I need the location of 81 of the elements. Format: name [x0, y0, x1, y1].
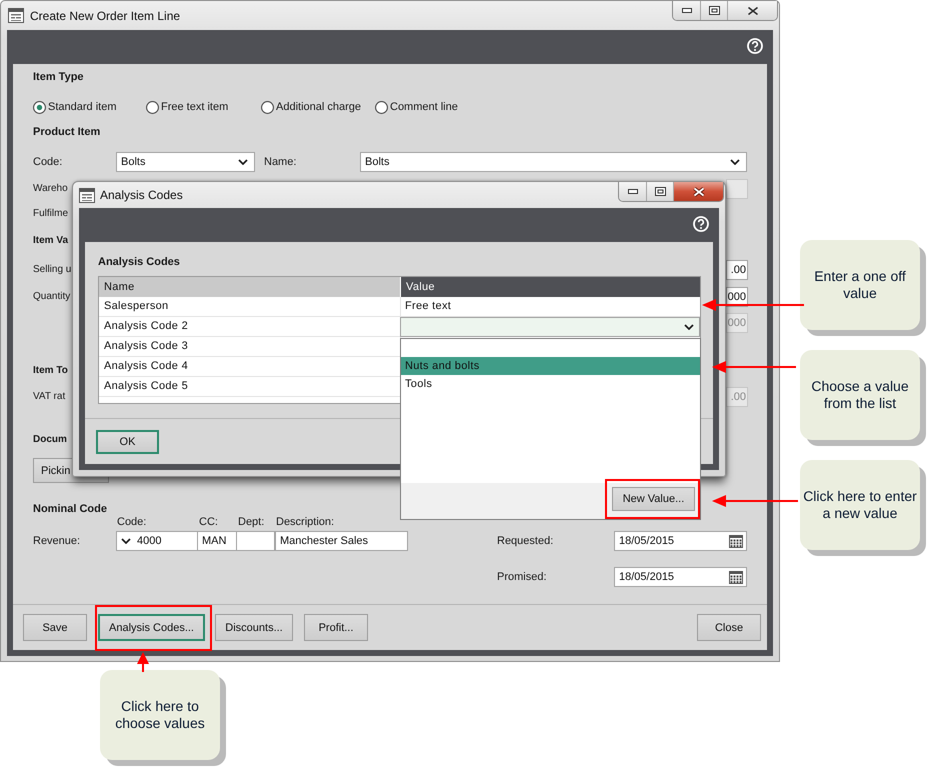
column-header: Code: [116, 516, 148, 528]
radio-option[interactable]: Standard item [33, 100, 146, 114]
list-option[interactable]: Tools [401, 375, 700, 393]
chevron-icon [730, 159, 740, 165]
calendar-icon [729, 570, 743, 584]
callout-note: Choose a value from the list [800, 350, 920, 440]
list-option[interactable]: Nuts and bolts [401, 357, 700, 375]
section-heading: Item Type [33, 70, 84, 84]
calendar-icon [729, 534, 743, 548]
footer-button[interactable]: Save [23, 614, 87, 641]
table-cell-text: Analysis Code 2 [103, 319, 189, 334]
window-title: Create New Order Item Line [30, 8, 180, 22]
field-label: Selling u [33, 263, 72, 277]
column-header: CC: [198, 516, 219, 528]
pointer-arrow [137, 652, 149, 672]
field-label: Promised: [497, 571, 548, 583]
field-label: Requested: [497, 535, 554, 547]
cc-field[interactable]: MAN [198, 531, 237, 551]
chevron-icon [121, 538, 131, 544]
value-field[interactable]: 000 [726, 287, 748, 307]
minimize-button[interactable] [619, 182, 646, 201]
window-icon [79, 188, 95, 202]
date-field[interactable]: 18/05/2015 [614, 567, 747, 587]
new-value-button[interactable]: New Value... [612, 487, 695, 511]
section-heading: Item To [33, 364, 68, 378]
description-field[interactable]: Manchester Sales [275, 531, 408, 551]
footer-button[interactable]: Close [697, 614, 761, 641]
window-icon [8, 8, 24, 23]
close-icon [692, 186, 704, 196]
field-label: Fulfilme [33, 207, 68, 221]
field-label: VAT rat [33, 390, 66, 404]
minimize-icon [628, 189, 638, 194]
radio-option[interactable]: Comment line [375, 100, 767, 114]
radio-option[interactable]: Free text item [146, 100, 261, 114]
column-header: Value [400, 277, 700, 297]
maximize-icon [654, 187, 666, 196]
close-icon [746, 6, 758, 16]
code-field[interactable]: 4000 [116, 531, 198, 551]
callout-note: Click here to choose values [100, 670, 220, 760]
field-label: Wareho [33, 182, 68, 196]
column-header: Dept: [237, 516, 266, 528]
table-cell: Free text [400, 297, 700, 316]
callout-note: Click here to enter a new value [800, 460, 920, 550]
window-title: Analysis Codes [100, 188, 183, 202]
column-header: Name [99, 277, 400, 297]
field-label: Revenue: [33, 535, 82, 547]
column-header: Description: [275, 516, 336, 528]
table-cell-text: Analysis Code 4 [103, 359, 189, 374]
callout-note: Enter a one off value [800, 240, 920, 330]
ok-button[interactable]: OK [96, 430, 159, 454]
maximize-button[interactable] [646, 182, 673, 201]
value-field[interactable]: .00 [726, 260, 748, 280]
minimize-icon [682, 8, 692, 13]
help-icon [747, 38, 763, 54]
close-button[interactable] [673, 182, 723, 201]
table-cell-text: Analysis Code 5 [103, 379, 189, 394]
field-label: Name: [264, 156, 298, 168]
section-heading: Item Va [33, 234, 68, 248]
section-heading: Nominal Code [33, 502, 107, 516]
footer-button[interactable]: Analysis Codes... [98, 614, 205, 641]
section-heading: Analysis Codes [98, 255, 180, 269]
code-dropdown[interactable]: Bolts [116, 152, 255, 172]
footer-button[interactable]: Discounts... [215, 614, 293, 641]
footer-button[interactable]: Profit... [304, 614, 368, 641]
radio-option[interactable]: Additional charge [261, 100, 375, 114]
table-cell-text: Analysis Code 3 [103, 339, 189, 354]
help-icon [693, 216, 709, 232]
maximize-button[interactable] [700, 1, 727, 20]
date-field[interactable]: 18/05/2015 [614, 531, 747, 551]
section-heading: Docum [33, 433, 67, 447]
section-heading: Product Item [33, 125, 100, 139]
table-cell-text: Salesperson [103, 299, 170, 314]
chevron-icon [684, 324, 694, 330]
chevron-icon [238, 159, 248, 165]
field-label: Quantity [33, 290, 70, 304]
field-label: Code: [33, 156, 64, 168]
name-dropdown[interactable]: Bolts [360, 152, 747, 172]
minimize-button[interactable] [673, 1, 700, 20]
dept-field[interactable] [237, 531, 275, 551]
maximize-icon [708, 6, 720, 15]
close-button[interactable] [727, 1, 777, 20]
